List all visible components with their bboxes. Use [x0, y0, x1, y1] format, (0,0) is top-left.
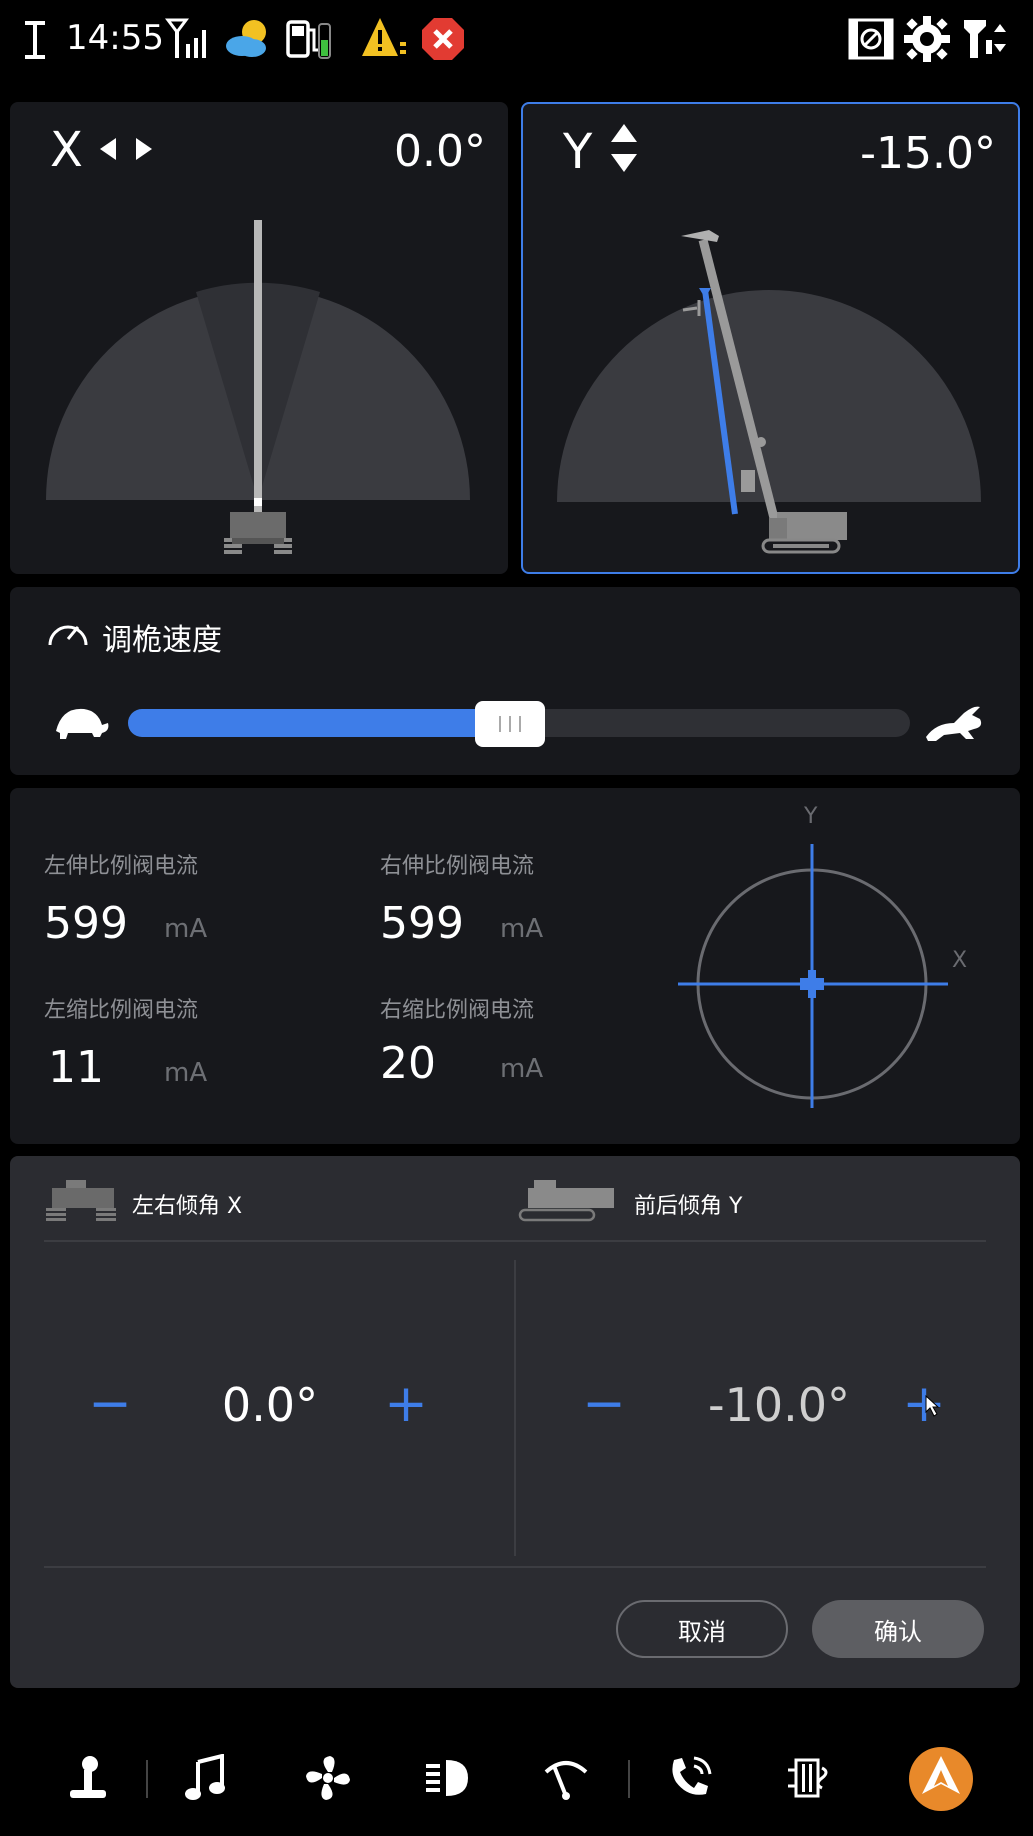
- right-retract-value: 20: [380, 1038, 436, 1089]
- divider-bottom: [44, 1566, 986, 1568]
- level-crosshair: [678, 844, 948, 1108]
- y-adjust-label: 前后倾角 Y: [634, 1194, 743, 1219]
- rabbit-icon: [926, 706, 982, 741]
- error-icon: [422, 18, 464, 60]
- left-retract-unit: mA: [164, 1058, 208, 1088]
- right-retract-label: 右缩比例阀电流: [380, 998, 535, 1023]
- tool-switch-icon[interactable]: [960, 14, 1010, 64]
- nav-separator: [628, 1760, 630, 1798]
- signal-icon: [165, 18, 206, 58]
- fuel-icon: [286, 20, 331, 59]
- left-retract-label: 左缩比例阀电流: [44, 998, 199, 1023]
- confirm-button[interactable]: 确认: [812, 1600, 984, 1658]
- mouse-pointer-icon: [925, 1394, 940, 1417]
- y-adjust-value: -10.0°: [707, 1378, 851, 1432]
- joystick-icon[interactable]: [48, 1738, 128, 1818]
- x-minus-button[interactable]: −: [80, 1374, 140, 1434]
- crosshair-x-label: X: [952, 948, 968, 973]
- heater-icon[interactable]: [770, 1738, 850, 1818]
- mast-speed-panel: 调桅速度: [10, 587, 1020, 775]
- x-plus-button[interactable]: +: [376, 1374, 436, 1434]
- left-extend-value: 599: [44, 898, 128, 949]
- x-adjust-label: 左右倾角 X: [132, 1194, 243, 1219]
- y-tilt-gauge: [557, 230, 981, 554]
- machine-side-icon: [518, 1180, 614, 1222]
- left-extend-label: 左伸比例阀电流: [44, 854, 199, 879]
- machine-front-icon: [46, 1180, 116, 1221]
- music-icon[interactable]: [166, 1738, 246, 1818]
- settings-gear-icon[interactable]: [902, 14, 952, 64]
- valve-current-panel: 左伸比例阀电流 599 mA 右伸比例阀电流 599 mA 左缩比例阀电流 11…: [10, 788, 1020, 1144]
- wiper-icon[interactable]: [526, 1738, 606, 1818]
- x-tilt-panel: X 0.0°: [10, 102, 508, 574]
- left-retract-value: 11: [48, 1042, 104, 1093]
- speed-title: 调桅速度: [102, 623, 222, 658]
- y-minus-button[interactable]: −: [574, 1374, 634, 1434]
- right-extend-unit: mA: [500, 914, 544, 944]
- x-adjust-value: 0.0°: [221, 1378, 319, 1432]
- brand-logo-icon[interactable]: [896, 1734, 986, 1824]
- divider-vertical: [514, 1260, 516, 1556]
- clock-time: 14:55: [66, 18, 164, 58]
- fan-icon[interactable]: [288, 1738, 368, 1818]
- speedometer-icon: [48, 625, 88, 646]
- crosshair-y-label: Y: [804, 804, 818, 829]
- phone-icon[interactable]: [650, 1738, 730, 1818]
- bottom-nav: [0, 1720, 1033, 1836]
- warning-icon: [362, 18, 406, 56]
- media-off-icon[interactable]: [846, 14, 896, 64]
- right-extend-value: 599: [380, 898, 464, 949]
- left-extend-unit: mA: [164, 914, 208, 944]
- speed-slider-fill: [128, 709, 535, 737]
- text-cursor-icon: [25, 21, 45, 59]
- tilt-adjust-panel: 左右倾角 X 前后倾角 Y − 0.0° + − -10.0° + 取消 确认: [10, 1156, 1020, 1688]
- turtle-icon: [56, 708, 109, 739]
- right-extend-label: 右伸比例阀电流: [380, 854, 535, 879]
- speed-slider-thumb[interactable]: [475, 701, 545, 747]
- headlight-icon[interactable]: [408, 1738, 488, 1818]
- nav-separator: [146, 1760, 148, 1798]
- right-retract-unit: mA: [500, 1054, 544, 1084]
- y-tilt-panel[interactable]: Y -15.0°: [521, 102, 1020, 574]
- weather-icon: [226, 20, 266, 57]
- cancel-button[interactable]: 取消: [616, 1600, 788, 1658]
- status-bar: 14:55: [0, 0, 1033, 84]
- divider-top: [44, 1240, 986, 1242]
- x-tilt-gauge: [46, 220, 470, 554]
